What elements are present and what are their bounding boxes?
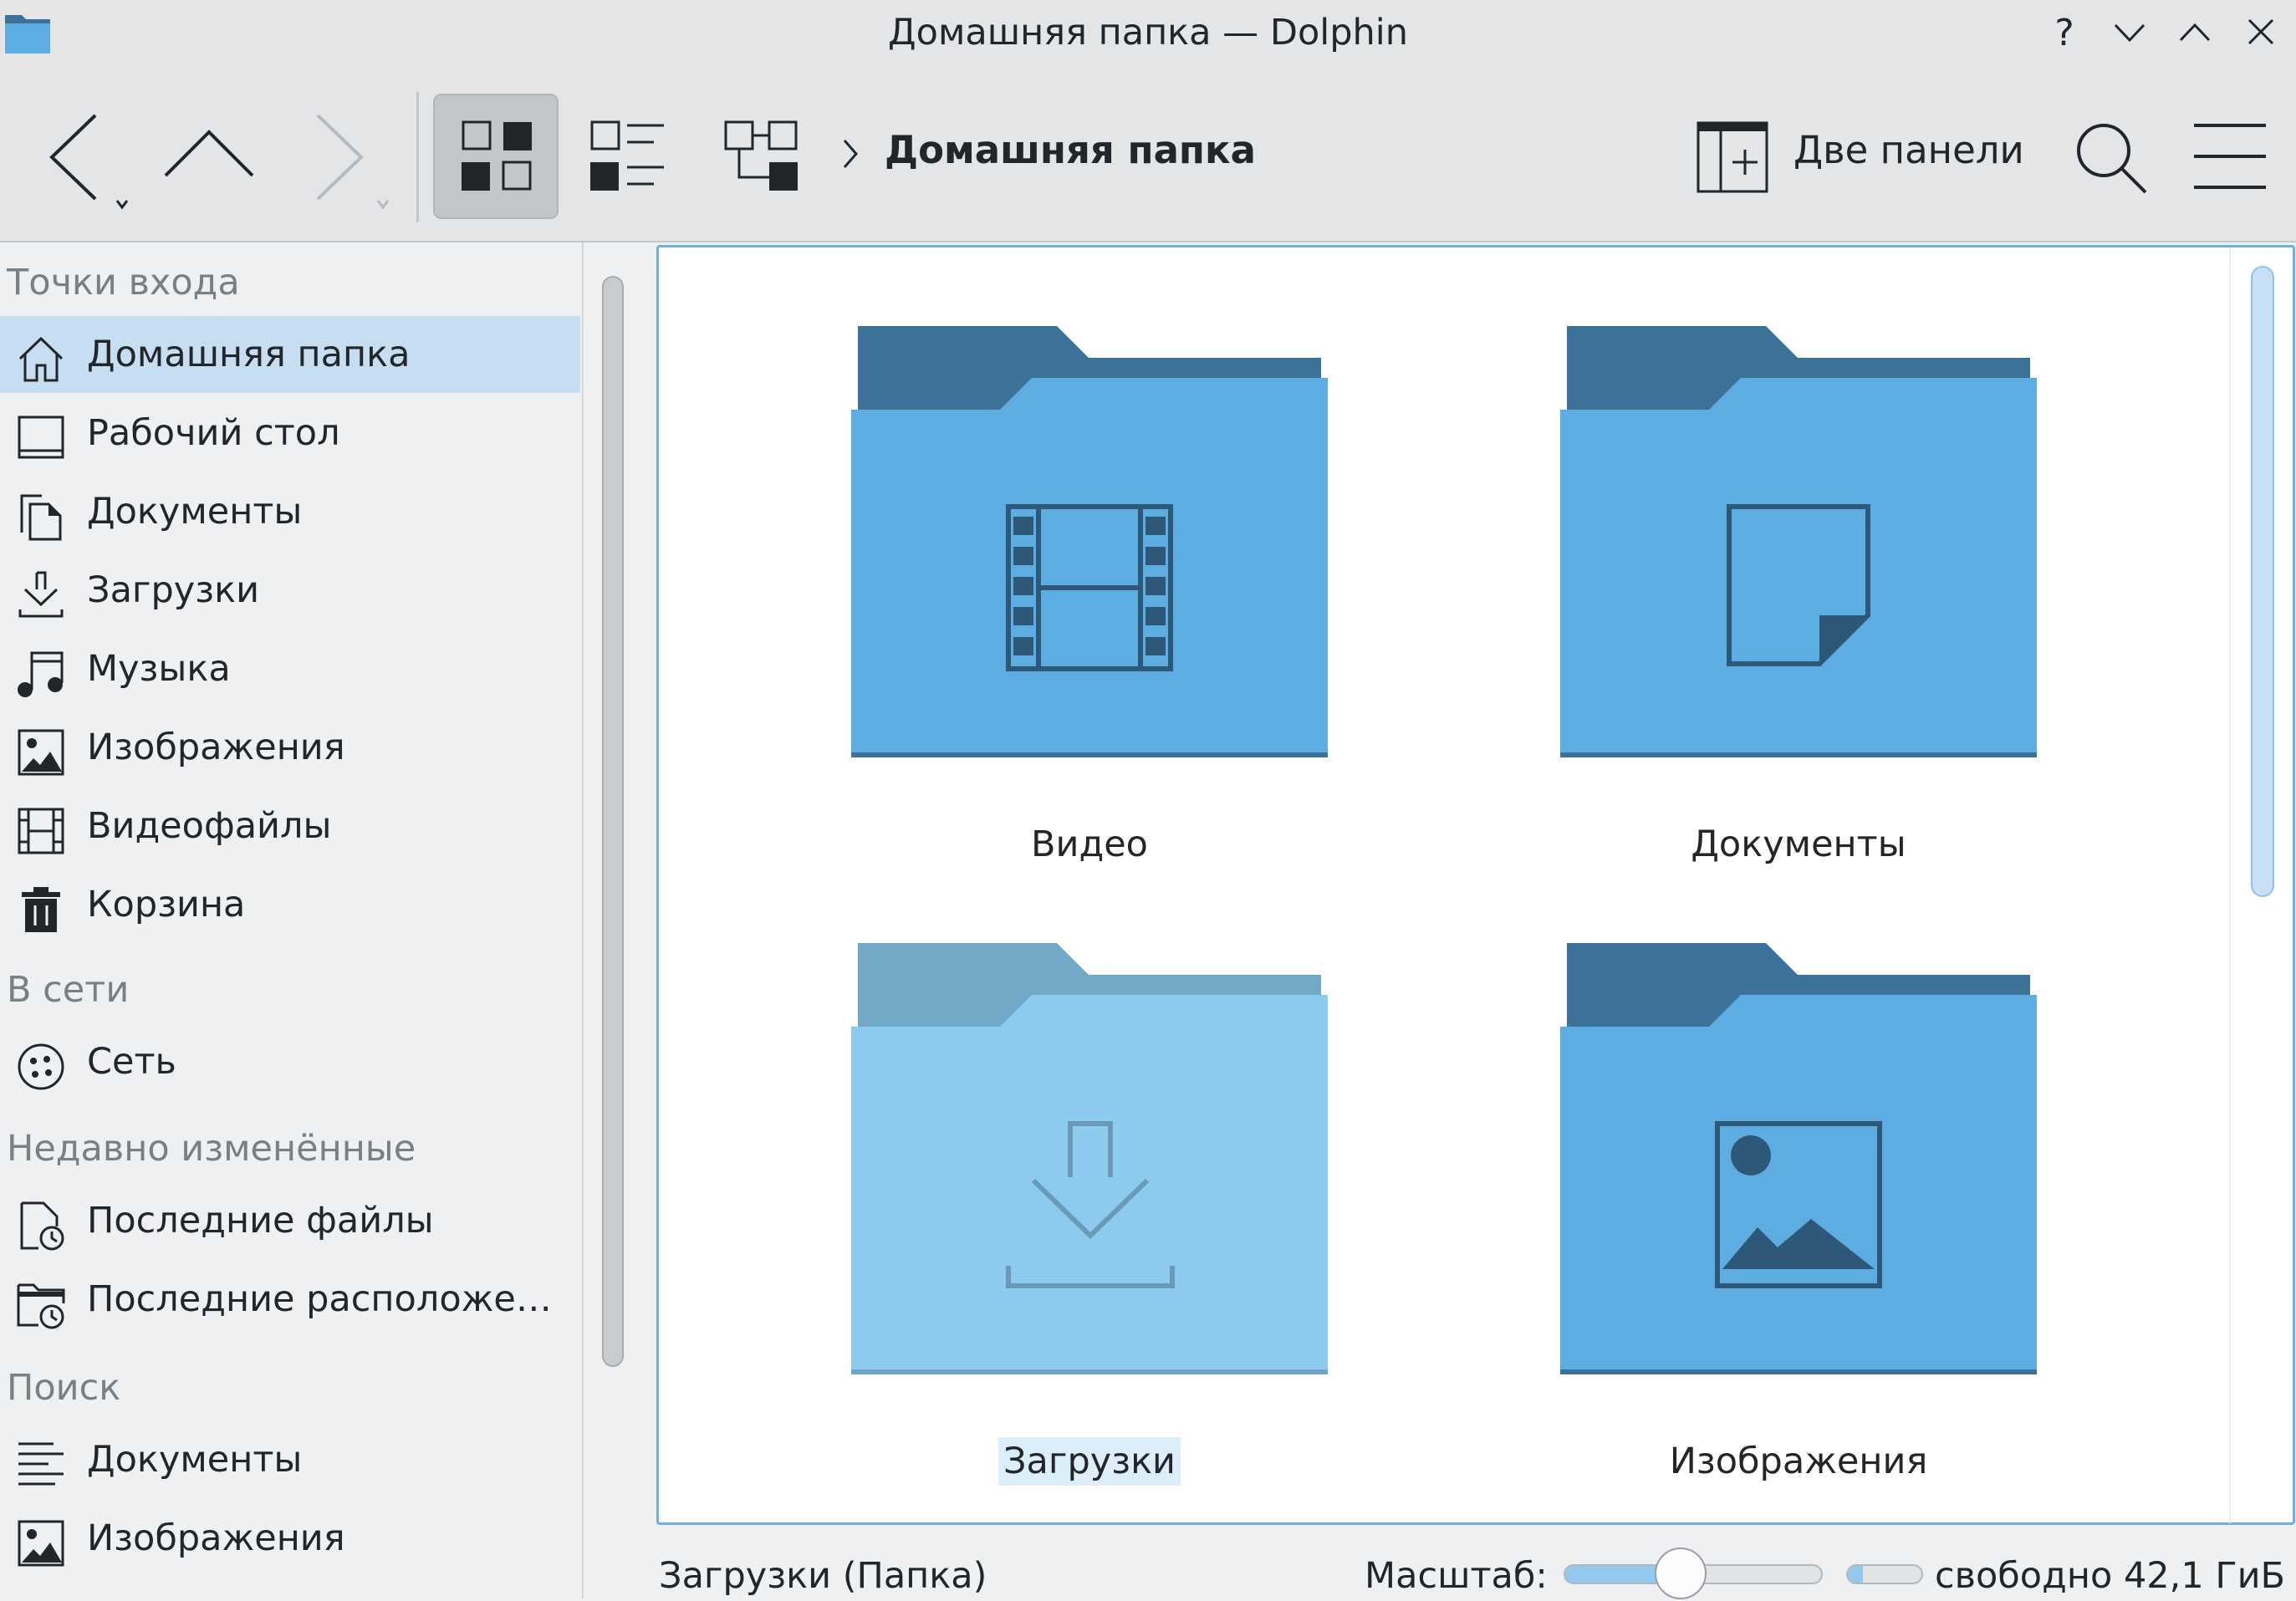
- sidebar-item-label: Документы: [87, 491, 303, 533]
- section-title-search: Поиск: [7, 1367, 121, 1409]
- file-name: Загрузки: [851, 1436, 1328, 1486]
- sidebar-item-label: Документы: [87, 1439, 303, 1481]
- file-item[interactable]: Видео: [851, 326, 1328, 878]
- up-arrow-icon: [164, 130, 254, 177]
- sidebar-scrollbar[interactable]: [602, 276, 624, 1367]
- file-item[interactable]: Загрузки: [851, 943, 1328, 1495]
- split-view-label[interactable]: Две панели: [1793, 125, 2024, 176]
- file-view-scrollbar[interactable]: [2251, 266, 2274, 897]
- disk-space-fill: [1848, 1566, 1863, 1583]
- free-space-label: свободно 42,1 ГиБ: [1935, 1555, 2286, 1597]
- section-title-network: В сети: [7, 969, 130, 1011]
- window-title: Домашняя папка — Dolphin: [888, 12, 1408, 54]
- sidebar-item-pictures[interactable]: Изображения: [0, 709, 580, 786]
- icons-view-button[interactable]: [433, 94, 559, 219]
- section-title-places: Точки входа: [7, 262, 240, 303]
- image-icon: [17, 728, 65, 777]
- downloads-folder-icon: [851, 943, 1328, 1374]
- recent-locations-icon: [17, 1280, 65, 1329]
- disk-space-bar: [1846, 1564, 1923, 1584]
- up-button[interactable]: [161, 125, 258, 184]
- sidebar-item-home[interactable]: Домашняя папка: [0, 316, 580, 393]
- network-icon: [17, 1043, 65, 1091]
- file-item[interactable]: Изображения: [1560, 943, 2037, 1495]
- sidebar-item-recent-locations[interactable]: Последние расположе…: [0, 1261, 580, 1338]
- text-search-icon: [17, 1440, 65, 1489]
- chevron-right-icon: [843, 140, 858, 168]
- sidebar-item-network[interactable]: Сеть: [0, 1023, 580, 1100]
- history-dropdown-icon: [115, 200, 129, 210]
- svg-text:?: ?: [2054, 12, 2074, 54]
- sidebar-item-label: Рабочий стол: [87, 412, 340, 454]
- breadcrumb-current[interactable]: Домашняя папка: [885, 125, 1256, 176]
- home-icon: [17, 335, 65, 384]
- sidebar-item-label: Загрузки: [87, 569, 260, 611]
- sidebar-item-desktop[interactable]: Рабочий стол: [0, 395, 580, 472]
- hamburger-menu-button[interactable]: [2192, 122, 2268, 191]
- sidebar-item-trash[interactable]: Корзина: [0, 866, 580, 943]
- back-button[interactable]: [42, 109, 134, 217]
- zoom-slider-handle[interactable]: [1654, 1547, 1707, 1599]
- maximize-icon[interactable]: [2177, 20, 2212, 45]
- toolbar-separator: [416, 92, 419, 222]
- sidebar-item-documents[interactable]: Документы: [0, 473, 580, 550]
- section-title-recent: Недавно изменённые: [7, 1128, 416, 1170]
- sidebar-item-label: Видеофайлы: [87, 805, 332, 847]
- sidebar-item-search-images[interactable]: Изображения: [0, 1500, 580, 1577]
- help-icon[interactable]: ?: [2047, 12, 2082, 54]
- split-panel-icon: [1696, 121, 1768, 193]
- sidebar-item-label: Последние расположе…: [87, 1278, 552, 1320]
- forward-arrow-icon: [316, 114, 364, 201]
- sidebar-item-label: Домашняя папка: [87, 334, 411, 375]
- hamburger-menu-icon: [2194, 124, 2266, 189]
- file-name: Изображения: [1669, 1440, 1928, 1482]
- music-icon: [17, 650, 65, 698]
- image-search-icon: [17, 1519, 65, 1568]
- tree-view-button[interactable]: [724, 120, 799, 192]
- details-view-icon: [590, 120, 664, 191]
- trash-icon: [17, 885, 65, 934]
- icons-view-icon: [462, 120, 532, 191]
- minimize-icon[interactable]: [2112, 20, 2147, 45]
- documents-folder-icon: [1560, 326, 2037, 757]
- file-item[interactable]: Документы: [1560, 326, 2037, 878]
- close-icon[interactable]: [2246, 17, 2276, 47]
- file-name: Видео: [1031, 823, 1148, 865]
- sidebar-item-videos[interactable]: Видеофайлы: [0, 788, 580, 864]
- sidebar-item-label: Последние файлы: [87, 1200, 434, 1242]
- pictures-folder-icon: [1560, 943, 2037, 1374]
- download-icon: [17, 571, 65, 619]
- sidebar-item-label: Изображения: [87, 1517, 345, 1559]
- sidebar-item-label: Корзина: [87, 884, 246, 925]
- sidebar-item-search-documents[interactable]: Документы: [0, 1421, 580, 1498]
- video-folder-icon: [851, 326, 1328, 757]
- search-icon: [2077, 124, 2147, 194]
- back-arrow-icon: [49, 114, 97, 201]
- sidebar-item-recent-files[interactable]: Последние файлы: [0, 1182, 580, 1259]
- documents-icon: [17, 492, 65, 541]
- tree-view-icon: [724, 120, 798, 191]
- forward-button[interactable]: [309, 109, 401, 217]
- zoom-label: Масштаб:: [1365, 1555, 1548, 1597]
- details-view-button[interactable]: [590, 120, 664, 192]
- sidebar-item-music[interactable]: Музыка: [0, 630, 580, 707]
- sidebar-item-label: Сеть: [87, 1041, 176, 1083]
- status-selection-text: Загрузки (Папка): [659, 1555, 987, 1597]
- file-name: Документы: [1691, 823, 1906, 865]
- sidebar-item-label: Музыка: [87, 648, 231, 690]
- recent-files-icon: [17, 1201, 65, 1251]
- desktop-icon: [17, 414, 65, 462]
- video-icon: [17, 807, 65, 855]
- sidebar-item-downloads[interactable]: Загрузки: [0, 552, 580, 629]
- history-dropdown-icon: [376, 200, 390, 210]
- search-button[interactable]: [2074, 120, 2149, 196]
- scrollbar-separator: [2229, 247, 2231, 1523]
- sidebar-item-label: Изображения: [87, 727, 345, 768]
